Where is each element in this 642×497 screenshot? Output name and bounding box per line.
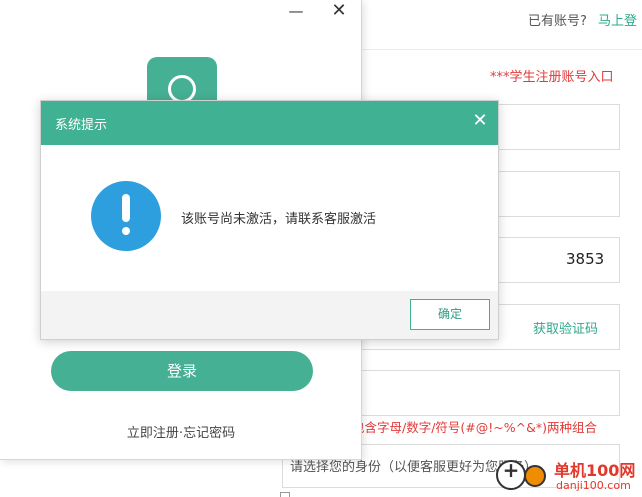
register-link[interactable]: 立即注册	[127, 426, 179, 441]
close-icon[interactable]: ✕	[327, 0, 351, 22]
ok-button[interactable]: 确定	[410, 299, 490, 330]
forgot-password-link[interactable]: 忘记密码	[183, 426, 235, 441]
dialog-message: 该账号尚未激活，请联系客服激活	[181, 212, 377, 227]
dialog-title: 系统提示	[55, 118, 108, 133]
login-links: 立即注册·忘记密码	[0, 422, 362, 441]
watermark-plus-icon: +	[502, 458, 520, 482]
watermark-dot-icon	[524, 465, 546, 487]
password-field[interactable]	[360, 370, 620, 416]
minimize-icon[interactable]: —	[285, 2, 307, 22]
student-register-link[interactable]: ***学生注册账号入口	[490, 66, 614, 85]
captcha-value: 3853	[566, 250, 605, 268]
info-icon	[91, 181, 161, 251]
get-code-button[interactable]: 获取验证码	[533, 318, 598, 337]
dialog-close-icon[interactable]: ✕	[469, 110, 491, 134]
watermark-text: 单机100网	[554, 461, 636, 480]
password-rule-text: 包含字母/数字/符号(#@!~%^&*)两种组合	[352, 420, 597, 435]
have-account-text: 已有账号?	[528, 14, 587, 29]
site-watermark: + 单机100网 danji100.com	[496, 455, 642, 497]
dialog-header: 系统提示 ✕	[41, 101, 498, 145]
login-button[interactable]: 登录	[51, 351, 313, 391]
info-icon-bar	[122, 194, 130, 222]
watermark-url: danji100.com	[556, 479, 631, 492]
system-dialog: 系统提示 ✕ 该账号尚未激活，请联系客服激活 确定	[40, 100, 499, 340]
logo-ring-icon	[168, 75, 196, 103]
agree-checkbox[interactable]	[280, 492, 290, 497]
login-now-link[interactable]: 马上登	[598, 10, 637, 29]
info-icon-dot	[122, 227, 130, 235]
